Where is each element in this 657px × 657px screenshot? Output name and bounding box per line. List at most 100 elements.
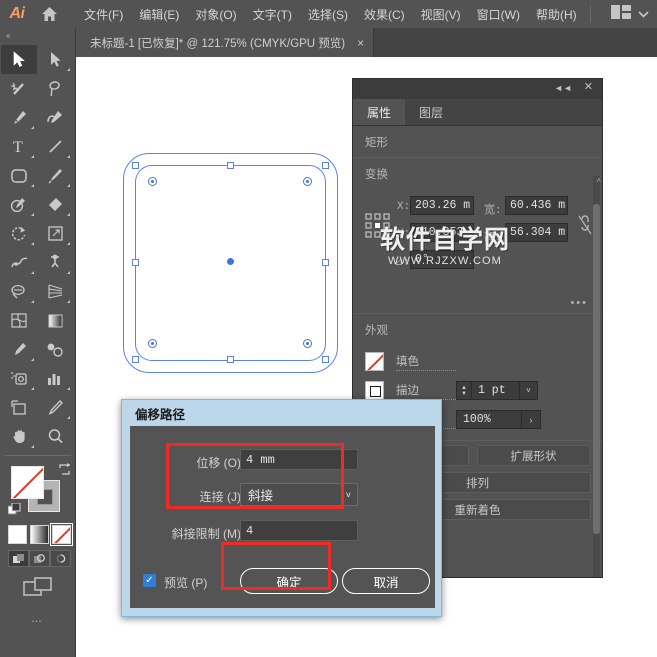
miter-input[interactable]: 4 (240, 520, 358, 541)
stroke-label[interactable]: 描边 (396, 382, 456, 400)
direct-selection-tool[interactable] (37, 45, 73, 74)
magic-wand-tool[interactable] (1, 74, 37, 103)
opacity-field[interactable]: 100% (456, 410, 522, 429)
menu-item-object[interactable]: 对象(O) (187, 2, 244, 27)
x-field[interactable]: 203.26 m (410, 196, 474, 215)
selection-tool[interactable] (1, 45, 37, 74)
menu-item-view[interactable]: 视图(V) (413, 2, 469, 27)
symbol-sprayer-tool[interactable] (1, 364, 37, 393)
preview-checkbox[interactable]: ✓ (143, 574, 156, 587)
line-segment-tool[interactable] (37, 132, 73, 161)
stroke-weight-field[interactable]: 1 pt (472, 381, 520, 400)
swap-fill-stroke-icon[interactable] (58, 463, 71, 476)
tab-properties[interactable]: 属性 (353, 99, 406, 125)
width-tool[interactable] (1, 248, 37, 277)
menu-item-select[interactable]: 选择(S) (300, 2, 356, 27)
column-graph-tool[interactable] (37, 364, 73, 393)
chevron-down-icon: ˅ (345, 489, 351, 500)
fill-swatch[interactable] (11, 466, 44, 499)
fill-swatch-button[interactable] (365, 352, 384, 371)
hand-tool[interactable] (1, 422, 37, 451)
chevron-down-icon[interactable] (638, 5, 649, 23)
paintbrush-tool[interactable] (37, 161, 73, 190)
bbox-handle-top-center[interactable] (227, 162, 234, 169)
bbox-handle-middle-left[interactable] (132, 259, 139, 266)
stroke-weight-stepper[interactable]: ▲ ▼ (456, 381, 472, 400)
tools-panel: « T … (0, 28, 76, 657)
reference-point-grid-icon[interactable] (365, 213, 391, 239)
draw-normal-button[interactable] (8, 550, 29, 567)
more-tools-button[interactable]: … (0, 613, 75, 625)
ok-button[interactable]: 确定 (240, 568, 338, 594)
shape-builder-tool[interactable] (1, 277, 37, 306)
fill-label[interactable]: 填色 (396, 353, 456, 371)
scrollbar-thumb[interactable] (593, 204, 600, 534)
change-screen-mode-button[interactable] (0, 577, 75, 599)
offset-input[interactable]: 4 mm (240, 449, 358, 470)
constrain-proportions-icon[interactable] (578, 215, 592, 240)
free-transform-tool[interactable] (37, 248, 73, 277)
eraser-tool[interactable] (37, 190, 73, 219)
width-field[interactable]: 60.436 m (505, 196, 568, 215)
tab-layers[interactable]: 图层 (405, 99, 457, 125)
scroll-up-icon[interactable]: ˄ (596, 176, 601, 185)
bbox-handle-bottom-left[interactable] (132, 356, 139, 363)
shaper-tool[interactable] (1, 190, 37, 219)
menu-item-help[interactable]: 帮助(H) (528, 2, 585, 27)
cancel-button[interactable]: 取消 (342, 568, 430, 594)
corner-radius-widget-bottom-left[interactable] (148, 339, 157, 348)
artboard-tool[interactable] (1, 393, 37, 422)
lasso-tool[interactable] (37, 74, 73, 103)
menu-item-window[interactable]: 窗口(W) (469, 2, 528, 27)
corner-radius-widget-bottom-right[interactable] (303, 339, 312, 348)
properties-scrollbar[interactable] (593, 176, 600, 577)
mesh-tool[interactable] (1, 306, 37, 335)
zoom-tool[interactable] (37, 422, 73, 451)
menu-item-effect[interactable]: 效果(C) (356, 2, 413, 27)
angle-field[interactable]: 0° (410, 250, 474, 269)
draw-behind-button[interactable] (29, 550, 50, 567)
slice-tool[interactable] (37, 393, 73, 422)
bbox-handle-bottom-center[interactable] (227, 356, 234, 363)
chevron-right-icon[interactable]: › (522, 410, 541, 429)
collapse-panel-icon[interactable]: ◄◄ (554, 84, 572, 93)
corner-radius-widget-top-right[interactable] (303, 177, 312, 186)
artwork-selection[interactable] (123, 153, 389, 393)
default-fill-stroke-icon[interactable] (7, 502, 21, 516)
y-field[interactable]: 210.353 (410, 223, 474, 242)
draw-inside-button[interactable] (50, 550, 71, 567)
gradient-tool[interactable] (37, 306, 73, 335)
bbox-handle-top-left[interactable] (132, 162, 139, 169)
document-tab[interactable]: 未标题-1 [已恢复]* @ 121.75% (CMYK/GPU 预览) × (76, 28, 375, 57)
curvature-tool[interactable] (37, 103, 73, 132)
rotate-tool[interactable] (1, 219, 37, 248)
scale-tool[interactable] (37, 219, 73, 248)
bbox-handle-top-right[interactable] (322, 162, 329, 169)
blend-tool[interactable] (37, 335, 73, 364)
menu-item-edit[interactable]: 编辑(E) (131, 2, 187, 27)
corner-radius-widget-top-left[interactable] (148, 177, 157, 186)
perspective-grid-tool[interactable] (37, 277, 73, 306)
home-icon[interactable] (34, 0, 64, 28)
expand-shape-button[interactable]: 扩展形状 (477, 445, 590, 466)
menu-item-file[interactable]: 文件(F) (76, 2, 131, 27)
none-mode-button[interactable] (50, 523, 73, 546)
transform-more-options[interactable]: ••• (353, 297, 602, 309)
stroke-swatch-button[interactable] (365, 381, 384, 400)
type-tool[interactable]: T (1, 132, 37, 161)
rectangle-tool[interactable] (1, 161, 37, 190)
color-mode-button[interactable] (8, 525, 27, 544)
height-field[interactable]: 56.304 m (505, 223, 568, 242)
join-select[interactable]: 斜接 ˅ (240, 483, 358, 506)
eyedropper-tool[interactable] (1, 335, 37, 364)
close-icon[interactable]: × (357, 37, 364, 49)
collapse-tools-icon[interactable]: « (0, 28, 75, 42)
close-panel-icon[interactable]: ✕ (584, 82, 593, 93)
arrange-documents-icon[interactable] (611, 4, 631, 24)
menu-item-type[interactable]: 文字(T) (245, 2, 300, 27)
bbox-handle-bottom-right[interactable] (322, 356, 329, 363)
pen-tool[interactable] (1, 103, 37, 132)
chevron-down-icon[interactable]: ˅ (520, 381, 538, 400)
gradient-mode-button[interactable] (30, 525, 49, 544)
bbox-handle-middle-right[interactable] (322, 259, 329, 266)
